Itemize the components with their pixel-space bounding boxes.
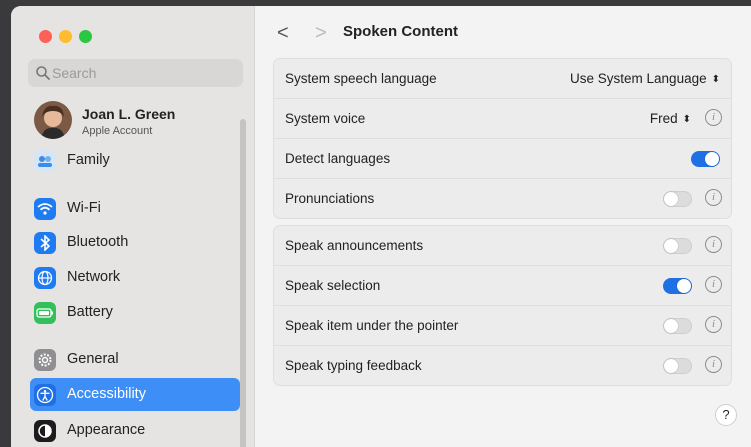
sidebar-item-bluetooth[interactable]: Bluetooth xyxy=(30,226,240,259)
account-subtitle: Apple Account xyxy=(82,125,153,137)
sidebar-item-label: Appearance xyxy=(67,422,146,438)
speech-language-value: Use System Language xyxy=(570,71,707,86)
chevron-updown-icon: ⬍ xyxy=(682,114,691,125)
search-input[interactable]: Search xyxy=(28,59,243,87)
settings-window: Search Joan L. Green Apple Account Famil… xyxy=(11,6,751,447)
speak-announcements-toggle[interactable] xyxy=(663,238,692,254)
sidebar-item-family[interactable]: Family xyxy=(30,144,240,177)
sidebar-item-appearance[interactable]: Appearance xyxy=(30,414,240,447)
sidebar: Search Joan L. Green Apple Account Famil… xyxy=(11,6,255,447)
pronunciations-row: Pronunciations i xyxy=(274,179,731,218)
info-icon[interactable]: i xyxy=(705,276,722,293)
speak-typing-toggle[interactable] xyxy=(663,358,692,374)
speak-selection-label: Speak selection xyxy=(285,278,381,293)
info-icon[interactable]: i xyxy=(705,236,722,253)
sidebar-item-label: Accessibility xyxy=(67,386,146,402)
avatar[interactable] xyxy=(34,101,72,139)
sidebar-item-wifi[interactable]: Wi-Fi xyxy=(30,192,240,225)
speak-pointer-toggle[interactable] xyxy=(663,318,692,334)
page-title: Spoken Content xyxy=(343,23,458,40)
sidebar-item-label: Battery xyxy=(67,304,113,320)
sidebar-item-general[interactable]: General xyxy=(30,343,240,376)
speak-pointer-label: Speak item under the pointer xyxy=(285,318,459,333)
sidebar-item-label: Wi-Fi xyxy=(67,200,101,216)
info-icon[interactable]: i xyxy=(705,316,722,333)
sidebar-item-label: Family xyxy=(67,152,110,168)
info-icon[interactable]: i xyxy=(705,189,722,206)
detect-languages-label: Detect languages xyxy=(285,151,391,166)
speak-announcements-label: Speak announcements xyxy=(285,238,424,253)
system-voice-value: Fred xyxy=(649,111,678,126)
sidebar-item-label: Bluetooth xyxy=(67,234,129,250)
battery-icon xyxy=(34,302,56,324)
sidebar-scrollbar[interactable] xyxy=(240,119,246,447)
family-icon xyxy=(34,150,56,172)
speak-selection-toggle[interactable] xyxy=(663,278,692,294)
gear-icon xyxy=(34,349,56,371)
speech-language-row: System speech language Use System Langua… xyxy=(274,59,731,99)
speak-selection-row: Speak selection i xyxy=(274,266,731,306)
speak-announcements-row: Speak announcements i xyxy=(274,226,731,266)
system-voice-label: System voice xyxy=(285,111,366,126)
sidebar-item-label: General xyxy=(67,351,119,367)
wifi-icon xyxy=(34,198,56,220)
speak-pointer-row: Speak item under the pointer i xyxy=(274,306,731,346)
help-button[interactable]: ? xyxy=(715,404,737,426)
speech-language-label: System speech language xyxy=(285,71,437,86)
search-icon xyxy=(36,66,50,80)
back-button[interactable]: < xyxy=(277,22,289,45)
speech-language-popup[interactable]: Use System Language ⬍ xyxy=(570,71,720,86)
speech-settings-group: System speech language Use System Langua… xyxy=(273,58,732,219)
sidebar-item-battery[interactable]: Battery xyxy=(30,296,240,329)
detect-languages-toggle[interactable] xyxy=(691,151,720,167)
detect-languages-row: Detect languages xyxy=(274,139,731,179)
search-placeholder: Search xyxy=(52,65,97,81)
zoom-window-button[interactable] xyxy=(79,30,92,43)
accessibility-icon xyxy=(34,384,56,406)
main-pane: < > Spoken Content System speech languag… xyxy=(255,6,751,447)
bluetooth-icon xyxy=(34,232,56,254)
sidebar-item-label: Network xyxy=(67,269,121,285)
account-name[interactable]: Joan L. Green xyxy=(82,106,175,122)
forward-button[interactable]: > xyxy=(315,22,327,45)
info-icon[interactable]: i xyxy=(705,356,722,373)
pronunciations-toggle[interactable] xyxy=(663,191,692,207)
pronunciations-label: Pronunciations xyxy=(285,191,375,206)
sidebar-item-network[interactable]: Network xyxy=(30,261,240,294)
speak-settings-group: Speak announcements i Speak selection i … xyxy=(273,225,732,386)
appearance-icon xyxy=(34,420,56,442)
speak-typing-label: Speak typing feedback xyxy=(285,358,422,373)
close-window-button[interactable] xyxy=(39,30,52,43)
chevron-updown-icon: ⬍ xyxy=(711,74,720,85)
system-voice-popup[interactable]: Fred ⬍ xyxy=(650,111,691,126)
info-icon[interactable]: i xyxy=(705,109,722,126)
minimize-window-button[interactable] xyxy=(59,30,72,43)
network-icon xyxy=(34,267,56,289)
speak-typing-row: Speak typing feedback i xyxy=(274,346,731,385)
system-voice-row: System voice Fred ⬍ i xyxy=(274,99,731,139)
sidebar-item-accessibility[interactable]: Accessibility xyxy=(30,378,240,411)
